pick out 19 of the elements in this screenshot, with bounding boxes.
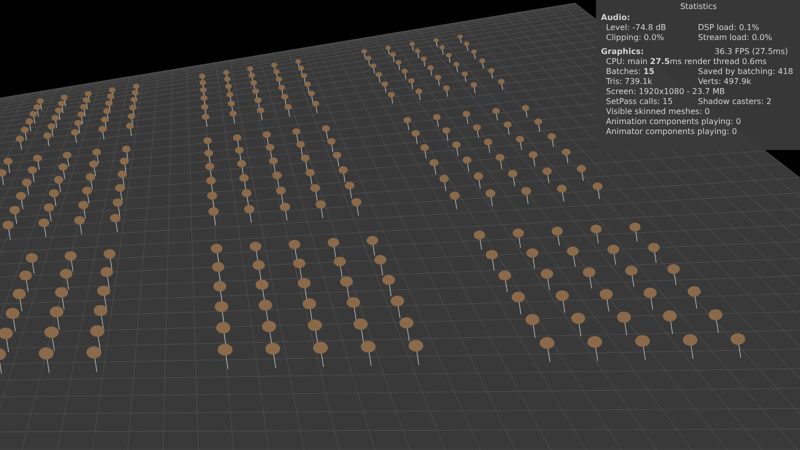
stat-text: Tris: 739.1k (606, 77, 654, 87)
fps-text: 36.3 FPS (27.5ms) (714, 47, 788, 57)
section-heading: Graphics: (601, 47, 644, 57)
stat-text: Clipping: 0.0% (606, 33, 666, 43)
stat-text: Animator components playing: 0 (606, 127, 738, 137)
stat-text: Batches: 15 (606, 67, 656, 77)
stat-text: Animation components playing: 0 (606, 117, 742, 127)
stat-text: SetPass calls: 15 (606, 97, 674, 107)
stat-text: Stream load: 0.0% (698, 33, 774, 43)
stat-text: Visible skinned meshes: 0 (606, 107, 711, 117)
stat-text: Verts: 497.9k (698, 77, 752, 87)
stat-text: Shadow casters: 2 (698, 97, 772, 107)
stat-text: DSP load: 0.1% (698, 23, 760, 33)
stat-text: Saved by batching: 418 (698, 67, 794, 77)
stat-text: Screen: 1920x1080 - 23.7 MB (606, 87, 726, 97)
stat-text: Level: -74.8 dB (606, 23, 668, 33)
section-heading: Audio: (601, 13, 630, 22)
stat-text: CPU: main 27.5ms render thread 0.6ms (606, 57, 768, 67)
panel-title: Statistics (679, 2, 718, 12)
